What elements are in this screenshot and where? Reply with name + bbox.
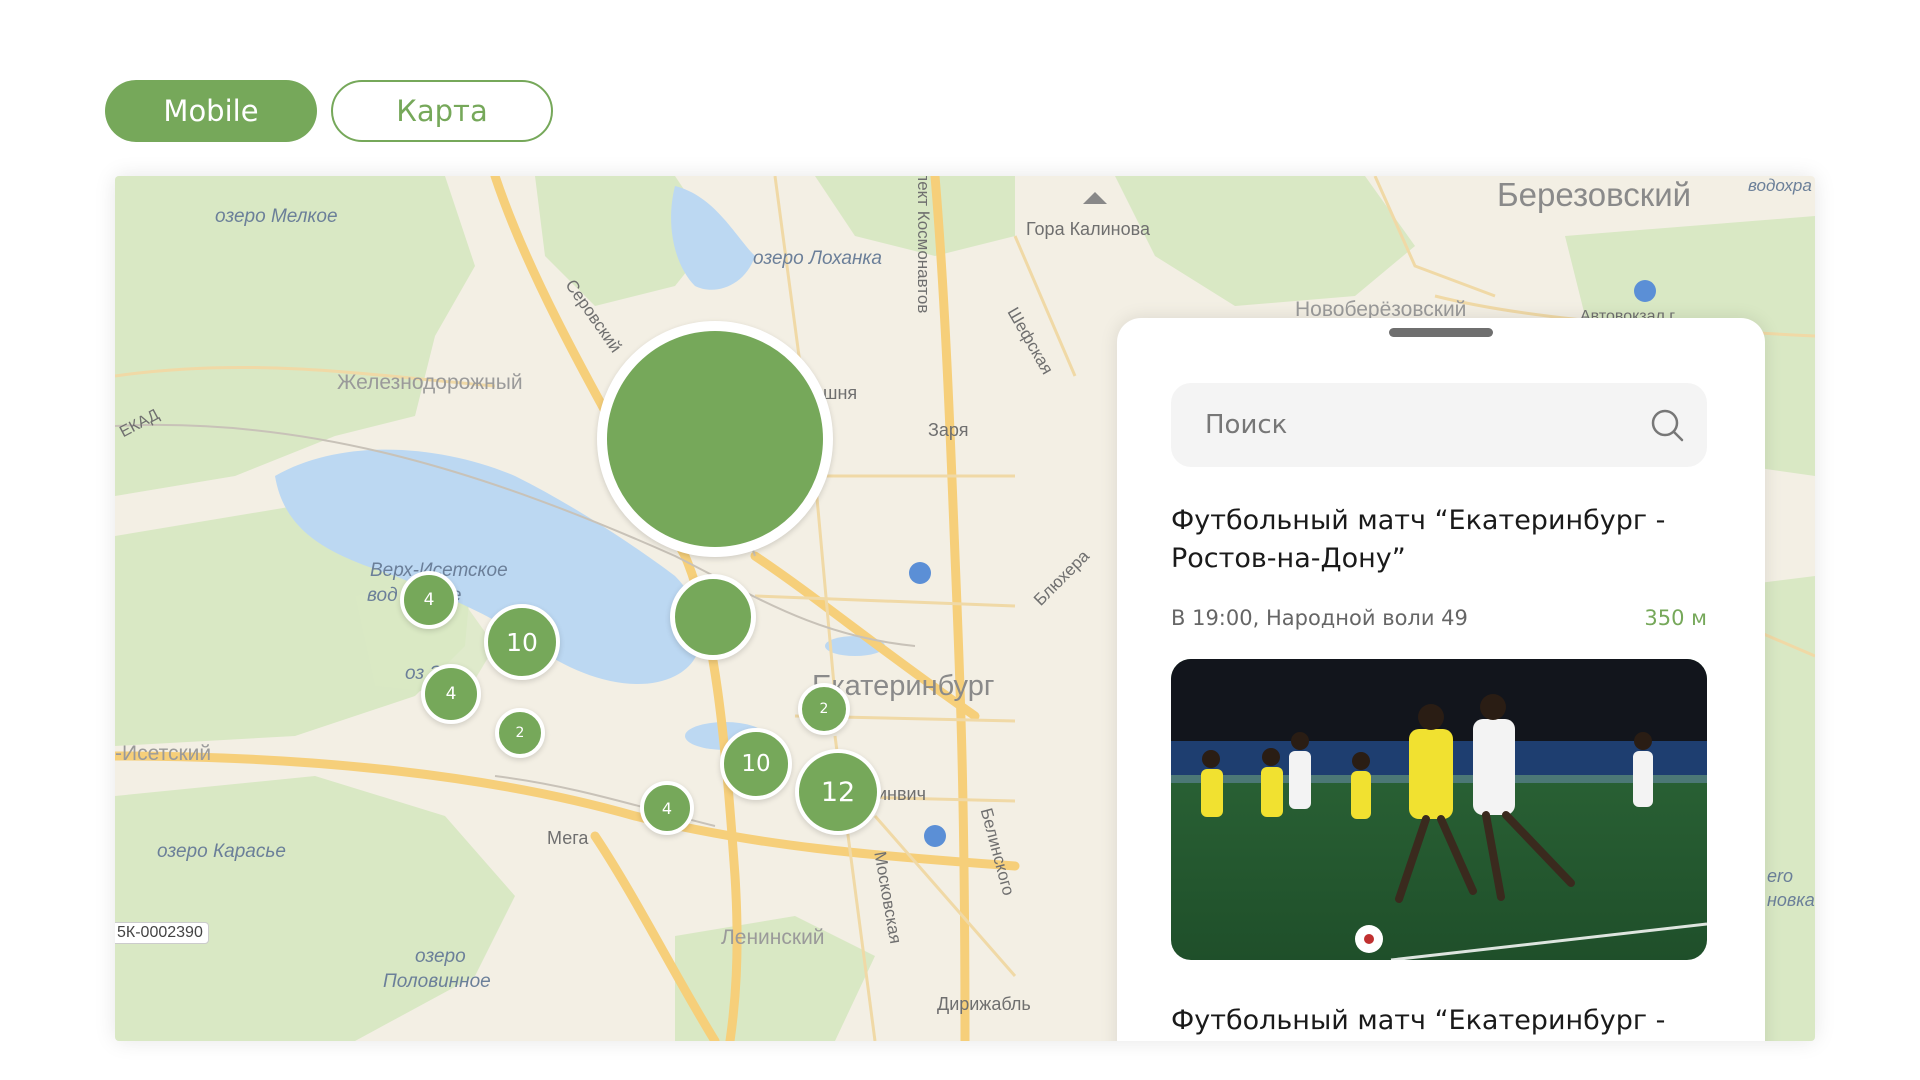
search-input[interactable] xyxy=(1203,409,1627,441)
map-cluster[interactable]: 2 xyxy=(798,683,850,735)
tab-map[interactable]: Карта xyxy=(331,80,553,142)
label-berezovsky: Березовский xyxy=(1497,176,1692,213)
label-invich: инвич xyxy=(877,784,926,804)
map-cluster[interactable]: 10 xyxy=(484,604,560,680)
map-cluster-large[interactable] xyxy=(597,321,833,557)
label-leninsky: Ленинский xyxy=(721,926,825,949)
label-lake-karasye: озеро Карасье xyxy=(157,841,286,862)
search-bar xyxy=(1171,383,1707,467)
label-lake-polovinnoe-2: Половинное xyxy=(383,971,491,992)
label-zarya: Заря xyxy=(928,420,969,440)
event-title-line: Футбольный матч “Екатеринбург - xyxy=(1171,1005,1666,1036)
event-title[interactable]: Футбольный матч “Екатеринбург - Ростов-н… xyxy=(1171,502,1731,578)
label-isetsky: -Исетский xyxy=(115,742,212,765)
map[interactable]: озеро Мелкое озеро Лоханка Гора Калинова… xyxy=(115,176,1815,1041)
view-tabs: Mobile Карта xyxy=(105,80,553,142)
map-cluster[interactable]: 10 xyxy=(720,728,792,800)
events-panel: Футбольный матч “Екатеринбург - Ростов-н… xyxy=(1117,318,1765,1041)
map-cluster[interactable]: 12 xyxy=(795,749,881,835)
label-gora-kalinova: Гора Калинова xyxy=(1026,219,1150,239)
event-distance: 350 м xyxy=(1644,606,1707,630)
label-dirizhabl: Дирижабль xyxy=(937,994,1031,1014)
label-shnya: шня xyxy=(823,383,858,403)
event-title-line: Футбольный матч “Екатеринбург - xyxy=(1171,505,1666,536)
label-vodokhran: водохра xyxy=(1748,176,1812,195)
tab-mobile[interactable]: Mobile xyxy=(105,80,317,142)
event-photo[interactable] xyxy=(1171,659,1707,960)
map-cluster[interactable]: 2 xyxy=(495,708,545,758)
event-title[interactable]: Футбольный матч “Екатеринбург - xyxy=(1171,1002,1731,1040)
label-lake-lokhanka: озеро Лоханка xyxy=(753,248,882,269)
drag-handle[interactable] xyxy=(1389,328,1493,337)
label-road-code: 5К-0002390 xyxy=(115,922,209,944)
search-icon[interactable] xyxy=(1649,407,1685,443)
event-title-line: Ростов-на-Дону” xyxy=(1171,543,1406,574)
label-kosmonavtov: пект Космонавтов xyxy=(914,176,933,314)
map-cluster[interactable]: 4 xyxy=(640,781,694,835)
football-photo-image xyxy=(1171,659,1707,960)
label-lake-polovinnoe-1: озеро xyxy=(415,946,466,967)
map-cluster[interactable]: 4 xyxy=(400,571,458,629)
label-right-novka: новка xyxy=(1767,890,1815,910)
map-cluster[interactable]: 4 xyxy=(421,664,481,724)
label-lake-melkoe: озеро Мелкое xyxy=(215,206,338,227)
event-meta: В 19:00, Народной воли 49 xyxy=(1171,606,1468,630)
label-mega: Мега xyxy=(547,828,589,848)
label-right-ero: ero xyxy=(1767,866,1794,886)
label-zheleznodorozhny: Железнодорожный xyxy=(337,371,523,394)
map-cluster-medium[interactable] xyxy=(670,574,756,660)
